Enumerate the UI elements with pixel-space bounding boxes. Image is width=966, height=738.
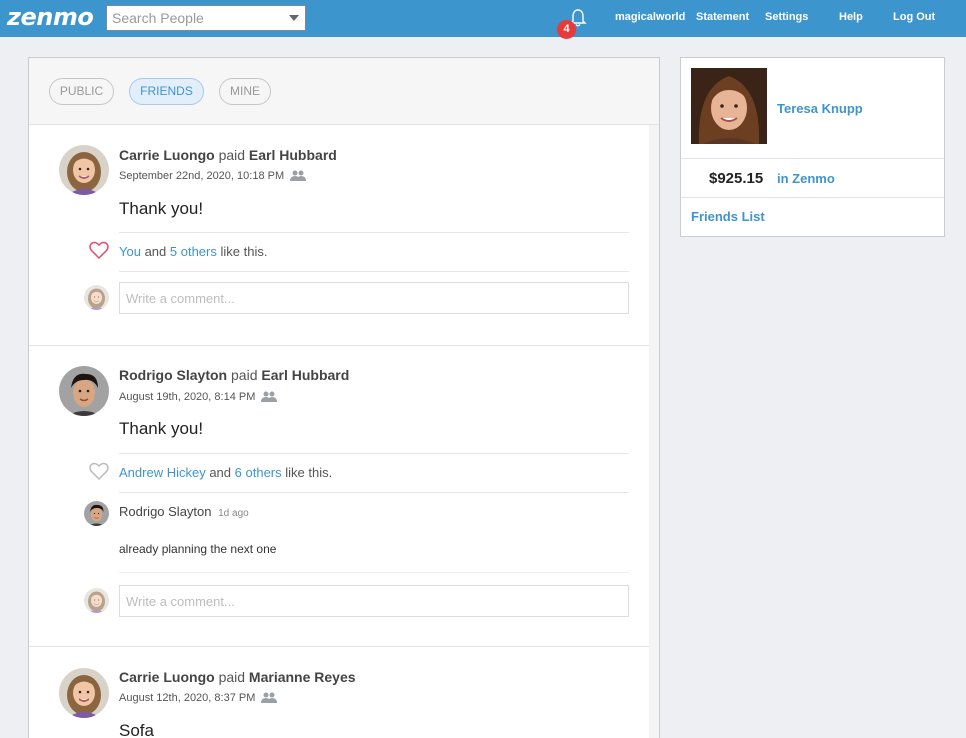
feed-story: Carrie Luongo paid Marianne Reyes August… [29,647,649,738]
divider [681,197,944,198]
avatar[interactable] [59,668,109,718]
story-note: Thank you! [119,419,204,438]
comment-field[interactable] [119,585,629,617]
comment-author[interactable]: Rodrigo Slayton [119,504,212,519]
avatar[interactable] [59,366,109,416]
nav-statement-link[interactable]: Statement [696,11,749,23]
user-photo [84,588,109,613]
my-avatar [84,588,109,613]
tab-public[interactable]: PUBLIC [49,78,114,105]
comment-text: already planning the next one [119,542,277,556]
comment-input[interactable] [120,586,628,616]
story-verb: paid [218,147,246,163]
user-photo [84,285,109,310]
comment-field[interactable] [119,282,629,314]
likes-lead-link[interactable]: Andrew Hickey [119,465,206,480]
user-photo [59,668,109,718]
nav-logout-link[interactable]: Log Out [893,11,935,23]
story-date-row: August 19th, 2020, 8:14 PM [119,391,278,403]
feed-story: Carrie Luongo paid Earl Hubbard Septembe… [29,125,649,346]
story-verb: paid [218,669,246,685]
story-verb: paid [231,367,258,383]
likes-summary: Andrew Hickey and 6 others like this. [119,465,332,480]
profile-photo[interactable] [691,68,767,144]
likes-and-text: and [144,244,167,259]
zenmo-logo[interactable]: zenmo [7,3,94,31]
likes-others-link[interactable]: 5 others [170,244,217,259]
feed-story: Rodrigo Slayton paid Earl Hubbard August… [29,346,649,647]
divider [119,232,629,233]
likes-and-text: and [209,465,232,480]
nav-help-link[interactable]: Help [839,11,863,23]
story-title: Carrie Luongo paid Earl Hubbard [119,147,337,163]
user-photo [59,145,109,195]
balance-amount: $925.15 [709,170,764,187]
story-date-row: September 22nd, 2020, 10:18 PM [119,170,307,182]
divider [119,453,629,454]
avatar[interactable] [59,145,109,195]
comment-input[interactable] [120,283,628,313]
tab-friends[interactable]: FRIENDS [129,78,204,105]
heart-icon[interactable] [89,241,109,259]
likes-others-link[interactable]: 6 others [235,465,282,480]
search-people-input[interactable] [107,6,283,30]
feed-scrollbar[interactable] [649,125,659,738]
likes-tail-text: like this. [220,244,268,259]
divider [681,158,944,159]
divider [119,492,629,493]
comment-author-avatar[interactable] [84,501,109,526]
divider [119,271,629,272]
user-photo [691,68,767,144]
my-avatar [84,285,109,310]
story-title: Carrie Luongo paid Marianne Reyes [119,669,356,685]
comment-time: 1d ago [218,508,249,519]
tab-mine[interactable]: MINE [219,78,271,105]
payee-name[interactable]: Marianne Reyes [249,669,356,685]
payee-name[interactable]: Earl Hubbard [261,367,349,383]
user-photo [84,501,109,526]
profile-name-link[interactable]: Teresa Knupp [777,101,863,116]
notification-count-badge[interactable]: 4 [557,20,576,39]
nav-settings-link[interactable]: Settings [765,11,808,23]
balance-label[interactable]: in Zenmo [777,171,835,186]
friends-audience-icon [290,170,307,181]
heart-icon[interactable] [89,462,109,480]
payee-name[interactable]: Earl Hubbard [249,147,337,163]
story-note: Sofa [119,721,154,738]
friends-audience-icon [261,692,278,703]
story-date-row: August 12th, 2020, 8:37 PM [119,692,278,704]
search-people-field[interactable] [106,5,306,31]
comment-header: Rodrigo Slayton 1d ago [119,504,249,519]
story-note: Thank you! [119,199,204,218]
story-date: September 22nd, 2020, 10:18 PM [119,170,285,182]
story-date: August 12th, 2020, 8:37 PM [119,692,256,704]
user-photo [59,366,109,416]
profile-card: Teresa Knupp $925.15 in Zenmo Friends Li… [680,57,945,237]
nav-username-link[interactable]: magicalworld [615,11,685,23]
feed-filter-bar: PUBLIC FRIENDS MINE [29,58,659,125]
likes-lead-link[interactable]: You [119,244,141,259]
likes-summary: You and 5 others like this. [119,244,267,259]
payer-name[interactable]: Rodrigo Slayton [119,367,227,383]
story-date: August 19th, 2020, 8:14 PM [119,391,256,403]
likes-tail-text: like this. [285,465,333,480]
divider [119,572,629,573]
chevron-down-icon[interactable] [289,15,299,21]
activity-feed: PUBLIC FRIENDS MINE Carrie Luongo paid E… [28,57,660,738]
payer-name[interactable]: Carrie Luongo [119,147,215,163]
story-title: Rodrigo Slayton paid Earl Hubbard [119,367,349,383]
payer-name[interactable]: Carrie Luongo [119,669,215,685]
top-navigation-bar: zenmo 4 magicalworld Statement Settings … [0,0,966,39]
friends-audience-icon [261,391,278,402]
friends-list-link[interactable]: Friends List [691,209,765,224]
